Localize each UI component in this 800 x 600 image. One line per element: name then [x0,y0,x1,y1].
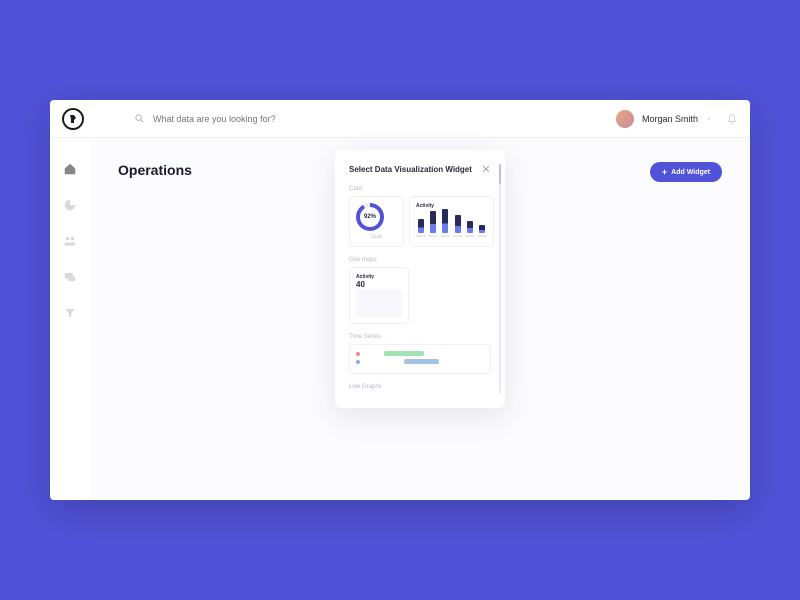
sidebar-item-analytics[interactable] [63,198,77,212]
sidebar-item-people[interactable] [63,234,77,248]
gauge-chart: 92% [356,203,384,231]
user-menu[interactable]: Morgan Smith [616,110,712,128]
widget-option-gauge[interactable]: 92% Goal [349,196,404,247]
section-geomap: Geo maps Activity 40 [349,257,491,324]
modal-title: Select Data Visualization Widget [349,165,472,174]
widget-option-timeseries[interactable] [349,344,491,374]
body: Operations Add Widget Select Data Visual… [50,138,750,500]
avatar [616,110,634,128]
section-label: Card [349,186,491,192]
section-label: Time Series [349,334,491,340]
geo-map-preview [356,289,402,317]
horse-icon [67,113,79,125]
section-card: Card 92% Goal Activity Week1 [349,186,491,247]
gauge-value: 92% [364,214,376,220]
add-widget-button[interactable]: Add Widget [650,162,722,182]
notifications-icon[interactable] [726,113,738,125]
bar-chart: Week1 Week2 Week3 Week4 Week5 Week6 [416,212,487,238]
section-label: Geo maps [349,257,491,263]
section-label: Line Graphs [349,384,491,390]
section-linegraph: Line Graphs [349,384,491,390]
widget-option-geomap[interactable]: Activity 40 [349,267,409,324]
section-timeseries: Time Series [349,334,491,374]
scrollbar-thumb[interactable] [499,164,501,184]
sidebar-item-home[interactable] [63,162,77,176]
widget-option-barchart[interactable]: Activity Week1 Week2 Week3 Week4 Week5 W… [409,196,494,247]
modal-scrollbar[interactable] [499,164,501,394]
add-widget-label: Add Widget [671,169,710,176]
search-area [134,113,616,124]
user-name-label: Morgan Smith [642,114,698,124]
modal-header: Select Data Visualization Widget [349,164,491,174]
main-content: Operations Add Widget Select Data Visual… [90,138,750,500]
chevron-down-icon [706,116,712,122]
close-icon[interactable] [481,164,491,174]
search-input[interactable] [153,114,353,124]
app-window: Morgan Smith Operations Add Widget Selec… [50,100,750,500]
geomap-metric: 40 [356,280,402,289]
widget-picker-modal: Select Data Visualization Widget Card 92… [335,150,505,408]
sidebar-item-messages[interactable] [63,270,77,284]
logo[interactable] [62,108,84,130]
barchart-title: Activity [416,203,487,209]
sidebar [50,138,90,500]
sidebar-item-filter[interactable] [63,306,77,320]
gauge-label: Goal [356,234,397,240]
search-icon [134,113,145,124]
topbar: Morgan Smith [50,100,750,138]
